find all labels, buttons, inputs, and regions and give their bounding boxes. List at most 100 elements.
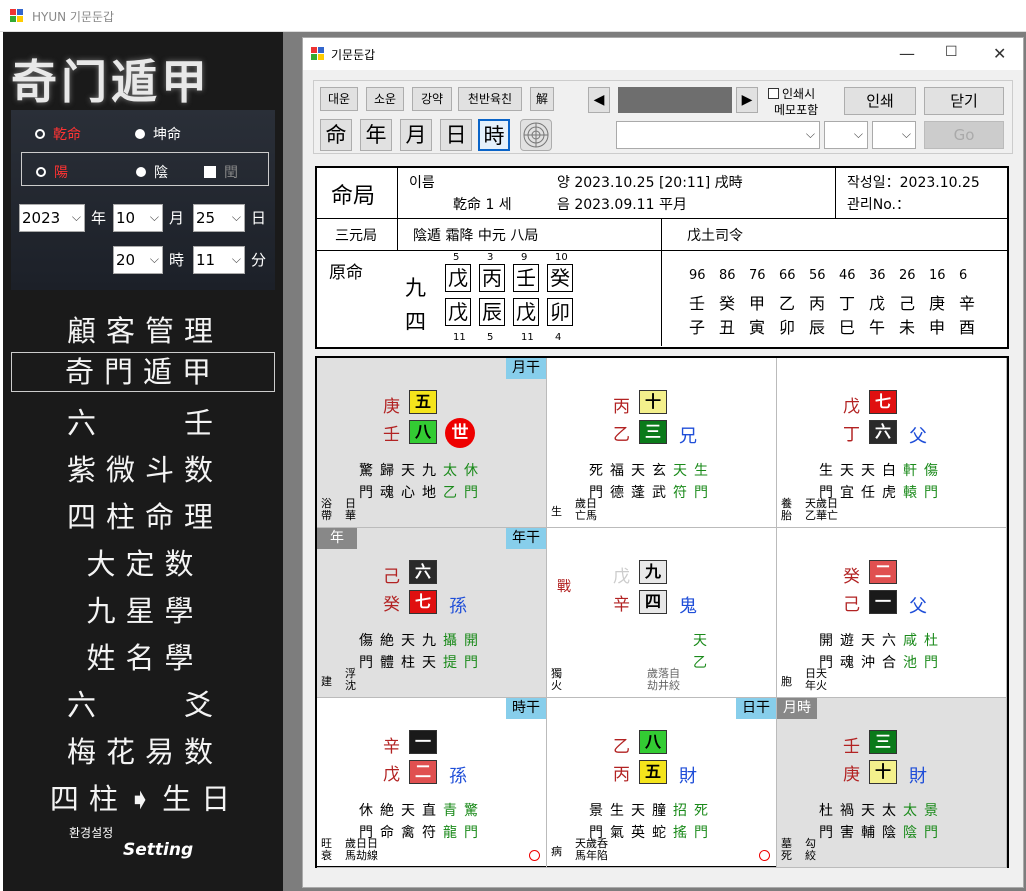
select-3[interactable]: ⌵ [872,121,916,149]
memo-label: 메모포함 [774,103,819,117]
palace-state: 建 [321,675,332,688]
palace-attr-top: 休 [464,463,478,479]
palace-cell[interactable]: 戊辛九四鬼 戰天乙獨火 歲落自 劫井絞 [547,528,777,698]
radio-geon[interactable]: 乾命 [35,124,81,144]
btn-life[interactable]: 命 [320,119,352,151]
palace-attr-top: 咸 [903,633,917,649]
star-number-box: 八 [639,730,667,754]
palace-cell[interactable]: 日干乙丙八五財景門生氣天英朣蛇招搖死門病天歲呑 馬年陷 [547,698,777,868]
window-title: HYUN 기문둔갑 [32,10,115,24]
btn-month[interactable]: 月 [400,119,432,151]
hour-select[interactable]: 20 ⌵ [113,246,163,274]
month-label: 月 [169,209,185,227]
menu-gusung[interactable]: 九星學 [15,588,275,630]
year-select[interactable]: 2023 ⌵ [19,204,85,232]
select-1[interactable]: ⌵ [616,121,820,149]
radio-yang[interactable]: 陽 [36,162,68,182]
compass-button[interactable] [520,119,552,151]
menu-customer[interactable]: 顧客管理 [15,308,275,350]
palace-attr-bottom: 害 [840,825,854,841]
pillar-bottom-num: 11 [453,332,466,343]
menu-daejeong[interactable]: 大定数 [15,541,275,583]
menu-saju-birthday[interactable]: 四柱➧生日 [15,776,275,818]
chevron-down-icon: ⌵ [231,252,241,266]
palace-attr-top: 九 [422,633,436,649]
inner-titlebar: 기문둔갑 — ☐ ✕ [303,38,1023,70]
palace-cell[interactable]: 時干辛戊一二孫休門絶命天禽直符青龍驚門旺衰歲日日 馬劫線 [317,698,547,868]
btn-day[interactable]: 日 [440,119,472,151]
pillar-top-num: 10 [555,252,568,263]
radio-eum[interactable]: 陰 [136,162,168,182]
palace-attr-bottom: 池 [903,655,917,671]
strength-button[interactable]: 강약 [412,87,452,111]
palace-attr-top: 杜 [819,803,833,819]
solar-date: 양 2023.10.25 [20:11] 戌時 [557,175,743,191]
palace-attr-top: 生 [610,803,624,819]
print-button[interactable]: 인쇄 [844,87,916,115]
palace-state: 浴 [321,497,332,510]
close-icon[interactable]: ✕ [993,44,1006,63]
menu-liuren[interactable]: 六 壬 [15,400,275,442]
maximize-icon[interactable]: ☐ [945,44,958,60]
chevron-down-icon: ⌵ [71,210,81,224]
palace-shinsal: 歲日日 [345,837,378,850]
menu-meihua[interactable]: 梅花易数 [15,729,275,771]
day-label: 日 [251,209,267,227]
relation-label: 財 [909,766,927,787]
prev-icon[interactable]: ◀ [588,87,610,113]
palace-cell[interactable]: 戊丁七六父生門天宜天任白虎軒轅傷門養胎天歲日 乙華亡 [777,358,1007,528]
menu-saju[interactable]: 四柱命理 [15,494,275,536]
sidebar: 奇门遁甲 乾命 坤命 陽 陰 閏 2023 ⌵ 年 10 ⌵ 月 25 ⌵ 日 20 ⌵… [3,32,283,891]
checkbox-icon [768,88,779,99]
print-memo-checkbox[interactable]: 인쇄시 [768,85,815,102]
sowoon-button[interactable]: 소운 [366,87,404,111]
palace-attr-bottom: 天 [422,655,436,671]
palace-attr-bottom: 提 [443,655,457,671]
daewoon-stem: 丁 [839,294,856,313]
palace-shinsal: 歲落自 [647,667,680,680]
setting-button[interactable]: Setting [123,840,193,860]
chevron-down-icon: ⌵ [231,210,241,224]
menu-liuyao[interactable]: 六 爻 [15,682,275,724]
cheonban-button[interactable]: 천반육친 [458,87,522,111]
menu-seongmyeong[interactable]: 姓名學 [15,635,275,677]
btn-hour[interactable]: 時 [478,119,510,151]
minute-select[interactable]: 11 ⌵ [193,246,245,274]
minimize-icon[interactable]: — [899,44,915,63]
palace-cell[interactable]: 月干庚壬五八世驚門歸魂天心九地太乙休門浴帶日華 [317,358,547,528]
palace-attr-bottom: 門 [359,485,373,501]
star-number-box: 七 [869,390,897,414]
close-button[interactable]: 닫기 [924,87,1004,115]
palace-shinsal: 天歲日 [805,497,838,510]
daewoon-button[interactable]: 대운 [320,87,358,111]
palace-cell[interactable]: 年干年己癸六七孫傷門絶體天柱九天攝提開門建浮沈 [317,528,547,698]
heaven-stem: 丙 [613,397,630,417]
btn-year[interactable]: 年 [360,119,392,151]
setting-korean-label[interactable]: 환경설정 [69,824,113,841]
interpret-button[interactable]: 解 [530,87,554,111]
relation-label: 孫 [449,596,467,617]
palace-attr-top: 九 [422,463,436,479]
palace-cell[interactable]: 丙乙十三兄死門福德天蓬玄武天符生門生歲日 亡馬 [547,358,777,528]
palace-state-2: 火 [551,679,562,692]
palace-cell[interactable]: 癸己二一父開門遊魂天沖六合咸池杜門胞日天 年火 [777,528,1007,698]
palace-attr-top: 遊 [840,633,854,649]
earth-stem: 己 [843,595,860,615]
menu-qimen[interactable]: 奇門遁甲 [11,352,275,392]
palace-attr-bottom: 任 [861,485,875,501]
menu-ziwei[interactable]: 紫微斗数 [15,447,275,489]
palace-attr-top: 太 [882,803,896,819]
sanwon-label: 三元局 [335,228,377,244]
select-2[interactable]: ⌵ [824,121,868,149]
heaven-stem: 辛 [383,737,400,757]
daewoon-age: 36 [869,268,886,283]
month-select[interactable]: 10 ⌵ [113,204,163,232]
next-icon[interactable]: ▶ [736,87,758,113]
day-select[interactable]: 25 ⌵ [193,204,245,232]
palace-attr-bottom: 符 [673,485,687,501]
go-button[interactable]: Go [924,121,1004,149]
palace-cell[interactable]: 月時壬庚三十財杜門禍害天輔太陰太陰景門墓死勾絞 [777,698,1007,868]
checkbox-yun[interactable]: 閏 [204,162,238,182]
radio-gon[interactable]: 坤命 [135,124,181,144]
palace-state-2: 死 [781,849,792,862]
